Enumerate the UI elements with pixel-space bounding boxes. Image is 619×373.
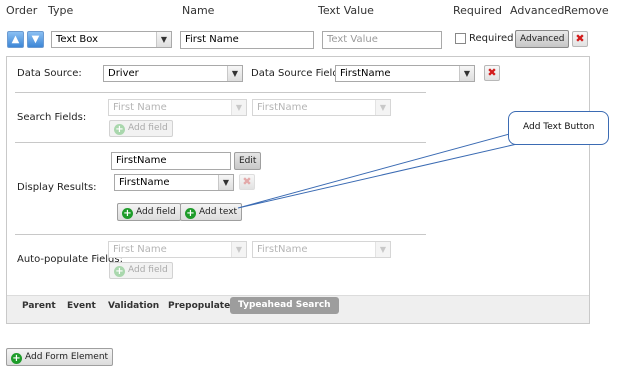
add-text-callout: Add Text Button — [508, 111, 609, 145]
callout-text: Add Text Button — [523, 122, 595, 132]
callout-pointer — [237, 132, 518, 209]
